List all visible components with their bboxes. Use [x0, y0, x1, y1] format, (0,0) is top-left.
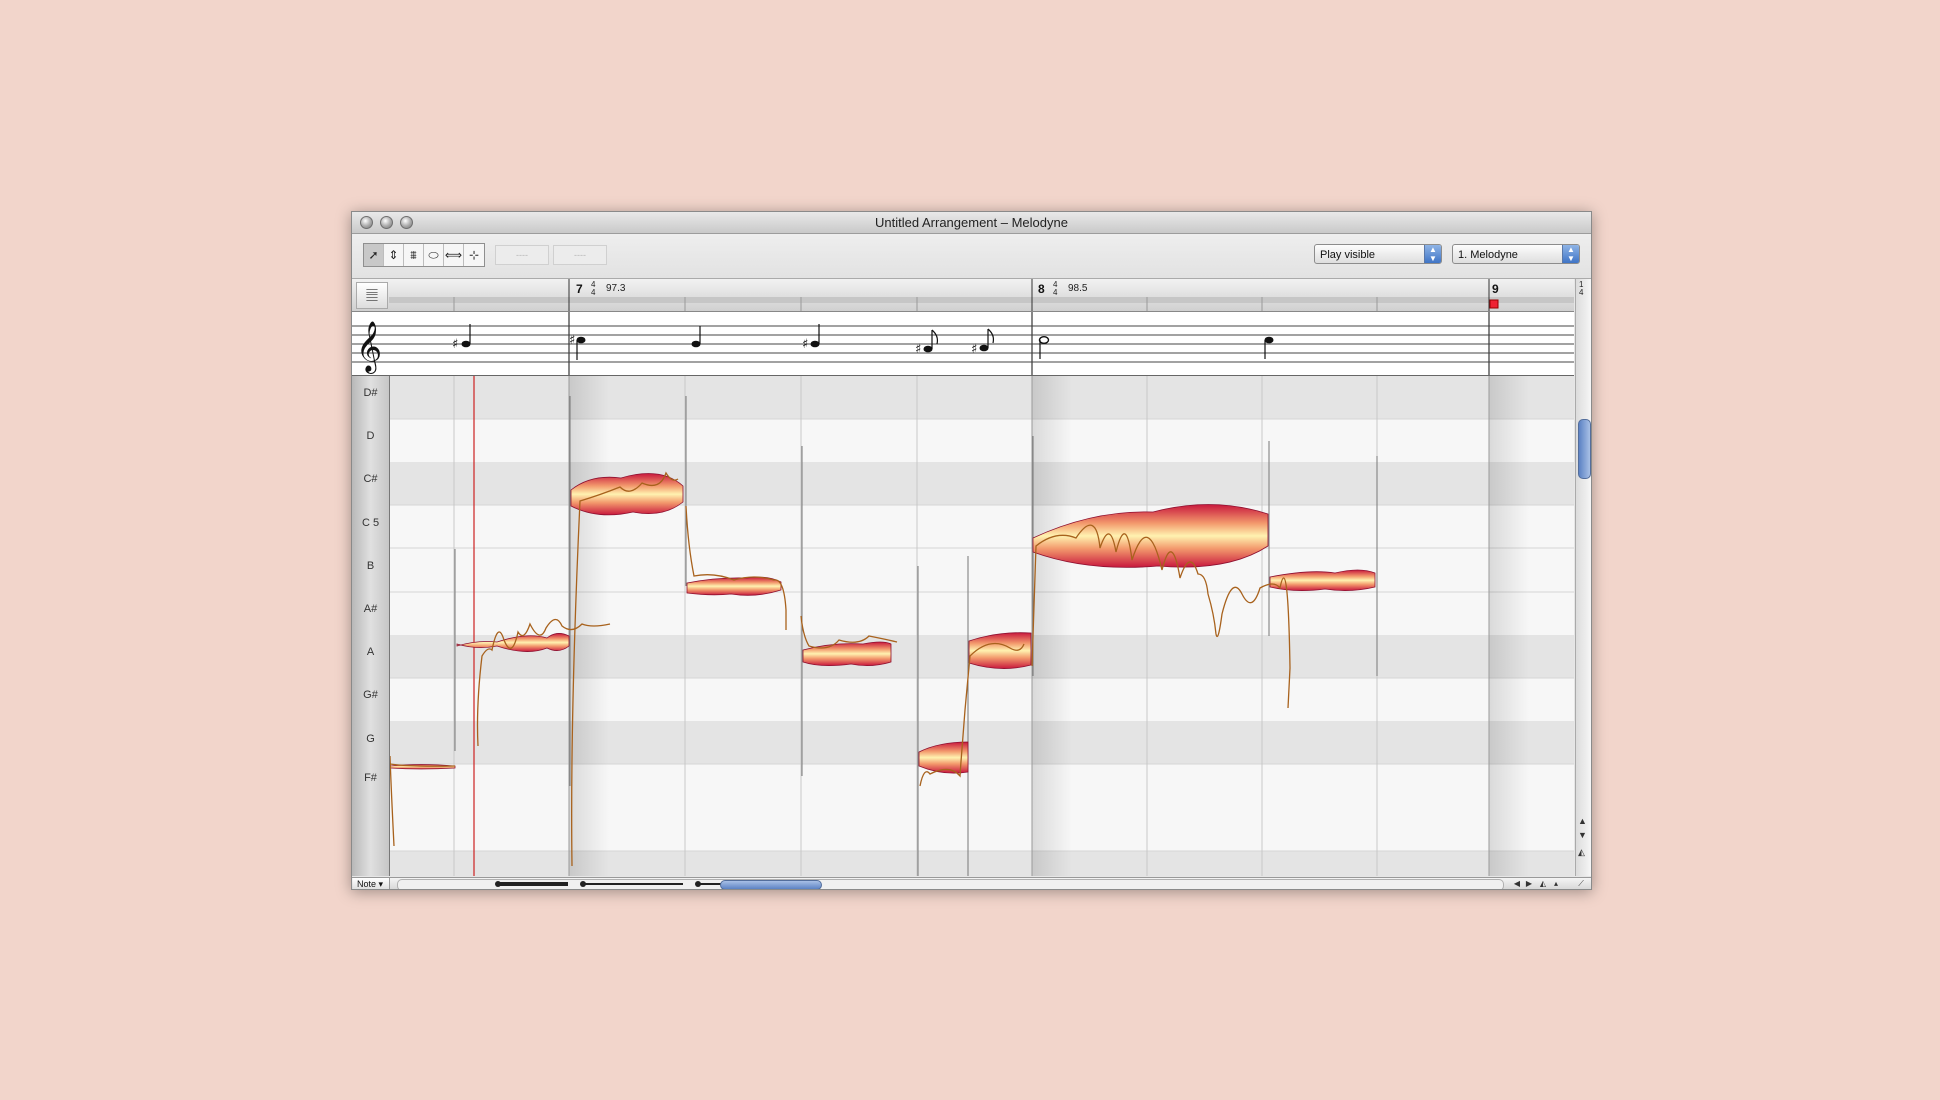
svg-text:♯: ♯ [971, 342, 977, 357]
vertical-scroll-thumb[interactable] [1578, 419, 1591, 479]
note-editor-grid[interactable] [390, 376, 1574, 876]
key-a-sharp: A# [363, 603, 378, 615]
playback-mode-value: Play visible [1320, 249, 1376, 261]
notation-staff[interactable]: 𝄞 ♯ ♯ ♯ ♯ ♯ [352, 312, 1574, 376]
horizontal-scroll-thumb[interactable] [720, 880, 822, 889]
bar-8-tempo: 98.5 [1068, 283, 1088, 294]
time-tool-icon[interactable]: ⟺ [444, 244, 464, 266]
playback-mode-select[interactable]: Play visible ▲ ▼ [1314, 244, 1442, 264]
corner-time-signature: 14 [1579, 280, 1584, 297]
resize-grip-icon[interactable]: ⟋ [1576, 879, 1586, 889]
scroll-down-arrow-icon[interactable]: ▼ [1578, 830, 1587, 840]
formant-tool-icon[interactable]: ⩩ [404, 244, 424, 266]
instance-select[interactable]: 1. Melodyne ▲ ▼ [1452, 244, 1580, 264]
bar-9-label: 9 [1492, 282, 1499, 296]
key-g-sharp: G# [363, 689, 378, 701]
bar-7-time-signature: 44 [591, 280, 596, 297]
window-title: Untitled Arrangement – Melodyne [875, 215, 1068, 230]
vertical-scrollbar[interactable]: ▲ ▼ ◭ 14 [1575, 279, 1591, 876]
zoom-vertical-icon[interactable]: ◭ [1578, 847, 1585, 858]
scroll-left-arrow-icon[interactable]: ◀ [1512, 879, 1522, 889]
pitch-tool-icon[interactable]: ⇕ [384, 244, 404, 266]
main-tool-icon[interactable]: ➚ [364, 244, 384, 266]
bar-8-label: 8 [1038, 282, 1045, 296]
zoom-horizontal-icon[interactable]: ◭ [1538, 879, 1548, 889]
tool-palette: ➚ ⇕ ⩩ ⬭ ⟺ ⊹ [363, 243, 485, 267]
disabled-macro-button-1[interactable]: ---- [495, 245, 549, 265]
key-g: G [366, 733, 375, 745]
updown-arrows-icon: ▲ ▼ [1424, 245, 1441, 263]
scroll-right-arrow-icon[interactable]: ▶ [1524, 879, 1534, 889]
bar-ruler[interactable]: 𝄚 7 44 97.3 8 44 98.5 9 [352, 279, 1574, 312]
blob-display[interactable] [390, 376, 1574, 876]
key-c5: C 5 [361, 517, 380, 529]
svg-text:♯: ♯ [802, 337, 808, 352]
key-a: A [366, 646, 375, 658]
key-b: B [366, 560, 375, 572]
svg-text:𝄞: 𝄞 [356, 321, 382, 374]
melodyne-window: Untitled Arrangement – Melodyne ➚ ⇕ ⩩ ⬭ … [351, 211, 1592, 890]
scroll-up-arrow-icon[interactable]: ▲ [1578, 816, 1587, 826]
key-f-sharp: F# [364, 772, 377, 784]
svg-text:♯: ♯ [569, 333, 575, 348]
bottom-bar: Note ▾ ◀ ▶ ◭ ▴ ⟋ [352, 877, 1591, 889]
bar-7-label: 7 [576, 282, 583, 296]
key-d: D [366, 430, 375, 442]
horizontal-overview-scrollbar[interactable] [397, 879, 1504, 889]
note-mode-menu[interactable]: Note ▾ [353, 878, 390, 889]
bar-8-time-signature: 44 [1053, 280, 1058, 297]
bar-7-tempo: 97.3 [606, 283, 626, 294]
key-c-sharp: C# [363, 473, 378, 485]
note-separation-tool-icon[interactable]: ⊹ [464, 244, 484, 266]
staff-drawing: 𝄞 ♯ ♯ ♯ ♯ ♯ [352, 312, 1574, 375]
title-bar[interactable]: Untitled Arrangement – Melodyne [352, 212, 1591, 234]
amplitude-tool-icon[interactable]: ⬭ [424, 244, 444, 266]
overview-waveform [495, 881, 798, 887]
key-d-sharp: D# [363, 387, 378, 399]
zoom-out-icon[interactable]: ▴ [1551, 879, 1561, 889]
pitch-keyboard[interactable]: D# D C# C 5 B A# A G# G F# [352, 376, 390, 876]
disabled-macro-button-2[interactable]: ---- [553, 245, 607, 265]
svg-text:♯: ♯ [915, 342, 921, 357]
updown-arrows-icon: ▲ ▼ [1562, 245, 1579, 263]
svg-text:♯: ♯ [452, 337, 458, 352]
instance-value: 1. Melodyne [1458, 249, 1518, 261]
ruler-lines [389, 279, 1574, 311]
